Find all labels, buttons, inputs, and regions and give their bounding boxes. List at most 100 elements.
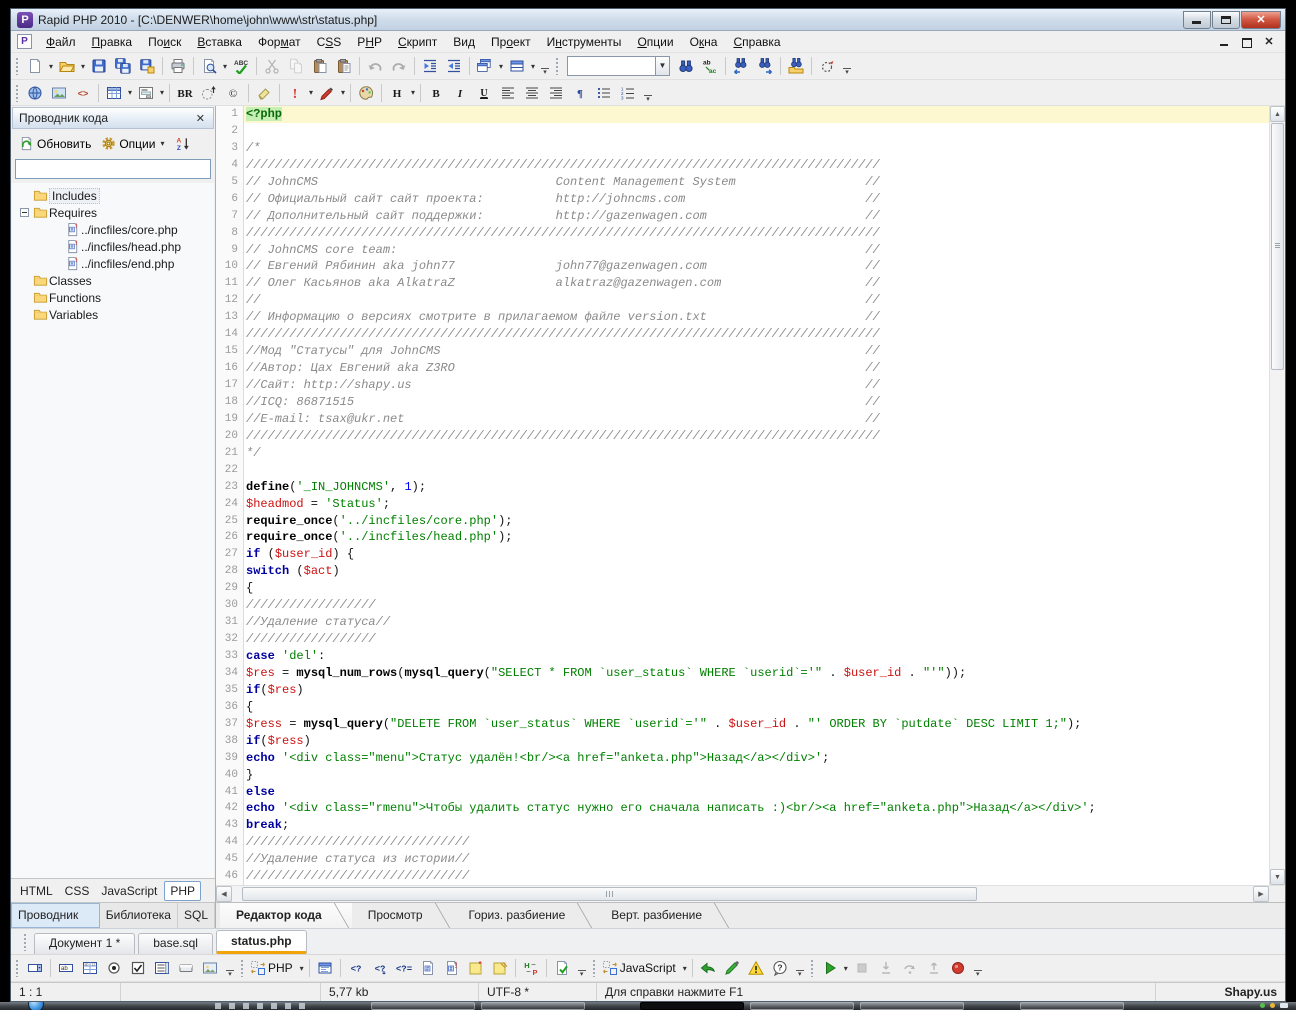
code-line-23[interactable]: 23define('_IN_JOHNCMS', 1); (216, 479, 1269, 496)
save-button[interactable] (87, 55, 111, 77)
preview-button[interactable] (197, 55, 221, 77)
tray-icon[interactable] (1260, 1003, 1265, 1008)
step-over-button[interactable] (898, 957, 922, 979)
heading-button[interactable]: H (385, 82, 409, 104)
mdi-minimize-button[interactable] (1219, 36, 1231, 48)
code-line-44[interactable]: 44/////////////////////////////// (216, 834, 1269, 851)
code-line-6[interactable]: 6// Официальный сайт сайт проекта: http:… (216, 191, 1269, 208)
code-lines[interactable]: 1<?php23/*4/////////////////////////////… (216, 106, 1269, 885)
vertical-scroll-track[interactable] (1270, 122, 1285, 869)
code-snippet-button[interactable]: <> (71, 82, 95, 104)
php-open-newline-button[interactable]: <? (368, 957, 392, 979)
lang-tab-php[interactable]: PHP (164, 881, 201, 901)
view-tab-гориз-разбиение[interactable]: Гориз. разбиение (453, 903, 596, 928)
lang-tab-javascript[interactable]: JavaScript (96, 882, 162, 900)
split-view-button[interactable] (505, 55, 529, 77)
stop-button[interactable] (850, 957, 874, 979)
run-options-dropdown[interactable]: ▾ (842, 964, 850, 973)
collapse-expander-icon[interactable] (20, 208, 29, 217)
br-tag-button[interactable]: BR (173, 82, 197, 104)
menu-инструменты[interactable]: Инструменты (539, 33, 630, 51)
code-line-15[interactable]: 15//Мод "Статусы" для JohnCMS // (216, 343, 1269, 360)
minimize-button[interactable] (1183, 11, 1211, 29)
code-line-3[interactable]: 3/* (216, 140, 1269, 157)
toolbar-grip[interactable] (15, 84, 20, 102)
toolbar-overflow-button[interactable] (224, 958, 236, 978)
toolbar-overflow-button[interactable] (576, 958, 588, 978)
code-line-37[interactable]: 37$ress = mysql_query("DELETE FROM `user… (216, 716, 1269, 733)
view-tab-редактор-кода[interactable]: Редактор кода (220, 903, 352, 928)
code-line-12[interactable]: 12// // (216, 292, 1269, 309)
view-tab-просмотр[interactable]: Просмотр (352, 903, 453, 928)
code-line-13[interactable]: 13// Информацию о версиях смотрите в при… (216, 309, 1269, 326)
mdi-close-button[interactable]: ✕ (1263, 36, 1275, 48)
dock-tab-sql[interactable]: SQL (178, 903, 215, 928)
dock-tab-проводник-кода[interactable]: Проводник кода (11, 903, 100, 928)
italic-button[interactable]: I (448, 82, 472, 104)
taskbar-button[interactable] (481, 1002, 585, 1010)
code-line-11[interactable]: 11// Олег Касьянов aka AlkatraZ alkatraz… (216, 275, 1269, 292)
view-tab-верт-разбиение[interactable]: Верт. разбиение (595, 903, 732, 928)
menu-вид[interactable]: Вид (445, 33, 483, 51)
code-line-21[interactable]: 21*/ (216, 445, 1269, 462)
taskbar-button[interactable] (1020, 1002, 1124, 1010)
tray-icon[interactable] (1280, 1003, 1288, 1008)
code-line-31[interactable]: 31//Удаление статуса// (216, 614, 1269, 631)
code-line-40[interactable]: 40} (216, 767, 1269, 784)
table-dropdown-icon[interactable]: ▾ (126, 88, 134, 97)
taskbar-button-active[interactable] (640, 1002, 744, 1010)
find-button[interactable] (674, 55, 698, 77)
tray-icon[interactable] (1270, 1003, 1275, 1008)
code-line-35[interactable]: 35if($res) (216, 682, 1269, 699)
copyright-button[interactable]: © (221, 82, 245, 104)
format-code-button[interactable] (313, 957, 337, 979)
anchor-button[interactable] (197, 82, 221, 104)
toolbar-grip[interactable] (240, 959, 245, 977)
important-dropdown-icon[interactable]: ▾ (307, 88, 315, 97)
taskbar[interactable] (0, 1002, 1296, 1010)
menu-поиск[interactable]: Поиск (140, 33, 189, 51)
menu-вставка[interactable]: Вставка (189, 33, 250, 51)
code-line-17[interactable]: 17//Сайт: http://shapy.us // (216, 377, 1269, 394)
run-button[interactable] (818, 957, 842, 979)
panel-close-icon[interactable]: ✕ (194, 112, 207, 125)
scroll-right-arrow[interactable]: ▶ (1253, 886, 1269, 902)
form-combobox-button[interactable] (23, 957, 47, 979)
system-tray[interactable] (1260, 1003, 1288, 1008)
cascade-windows-button[interactable] (473, 55, 497, 77)
incremental-search-button[interactable] (815, 55, 839, 77)
menu-проект[interactable]: Проект (483, 33, 539, 51)
code-line-7[interactable]: 7// Дополнительный сайт поддержки: http:… (216, 208, 1269, 225)
code-line-32[interactable]: 32////////////////// (216, 631, 1269, 648)
taskbar-button[interactable] (860, 1002, 964, 1010)
find-next-button[interactable] (753, 55, 777, 77)
open-file-button[interactable] (55, 55, 79, 77)
code-line-45[interactable]: 45//Удаление статуса из истории// (216, 851, 1269, 868)
outdent-button[interactable] (442, 55, 466, 77)
code-line-43[interactable]: 43break; (216, 817, 1269, 834)
print-button[interactable] (166, 55, 190, 77)
js-edit-button[interactable] (720, 957, 744, 979)
save-copy-button[interactable] (135, 55, 159, 77)
dock-tab-библиотека[interactable]: Библиотека (100, 903, 178, 928)
code-line-5[interactable]: 5// JohnCMS Content Management System // (216, 174, 1269, 191)
image-button[interactable] (47, 82, 71, 104)
mdi-restore-button[interactable] (1241, 36, 1253, 48)
step-into-button[interactable] (874, 957, 898, 979)
sort-az-button[interactable]: AZ (172, 134, 195, 153)
toolbar-overflow-button[interactable] (642, 83, 654, 103)
code-line-39[interactable]: 39echo '<div class="menu">Статус удалён!… (216, 750, 1269, 767)
tree-item--incfiles-core-php[interactable]: #!../incfiles/core.php (12, 221, 214, 238)
menu-файл[interactable]: Файл (38, 33, 84, 51)
find-prev-button[interactable] (729, 55, 753, 77)
toolbar-grip[interactable] (15, 57, 20, 75)
tree-item-classes[interactable]: Classes (12, 272, 214, 289)
form-button[interactable] (134, 82, 158, 104)
note-comment-button[interactable] (488, 957, 512, 979)
code-line-20[interactable]: 20//////////////////////////////////////… (216, 428, 1269, 445)
form-button-button[interactable] (174, 957, 198, 979)
swap-code-dropdown-icon[interactable]: ▾ (681, 964, 689, 973)
underline-button[interactable]: U (472, 82, 496, 104)
form-input-button[interactable]: ab (54, 957, 78, 979)
important-button[interactable]: ! (283, 82, 307, 104)
